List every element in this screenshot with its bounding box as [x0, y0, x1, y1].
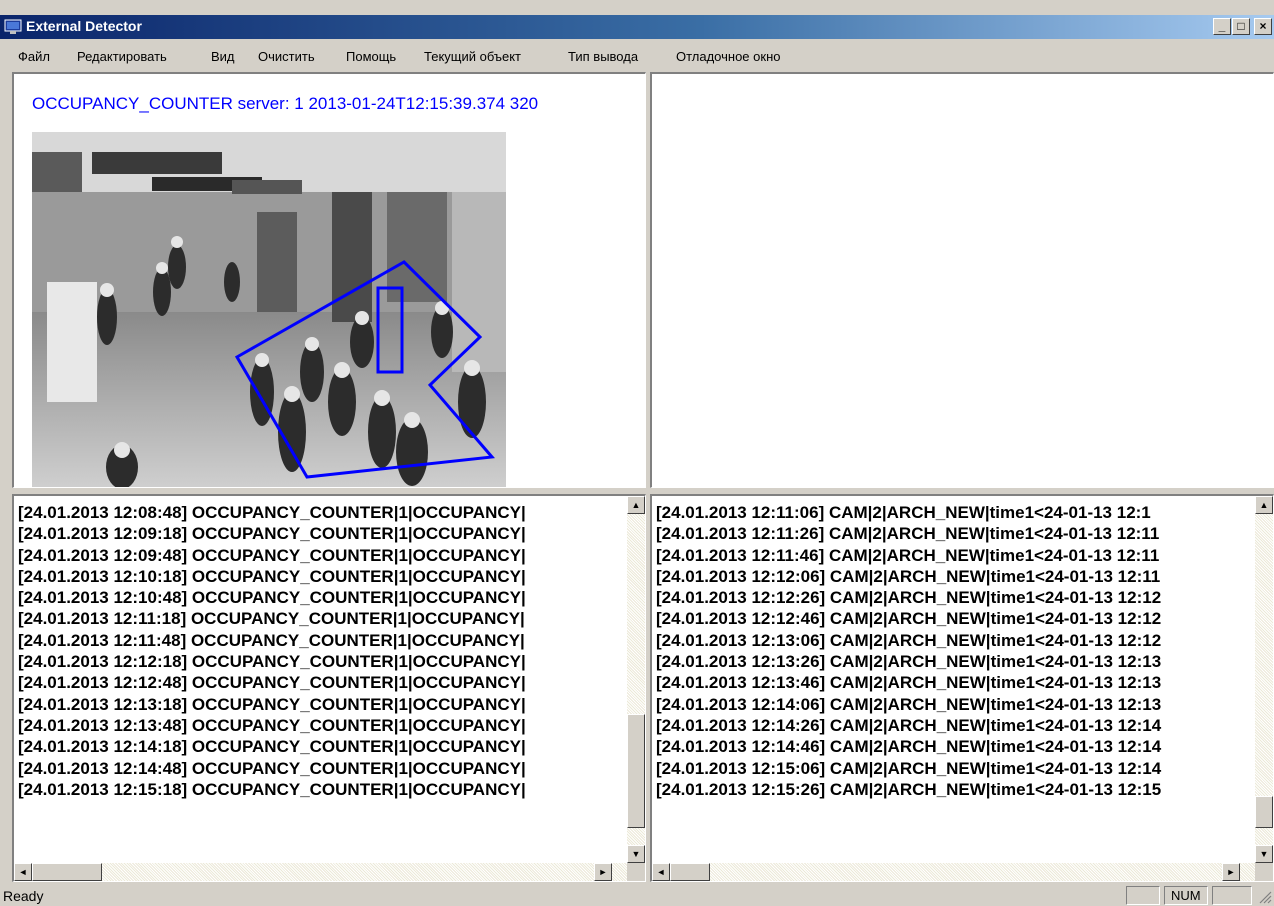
menu-edit[interactable]: Редактировать [77, 49, 167, 64]
menu-output-type[interactable]: Тип вывода [568, 49, 638, 64]
log-line: [24.01.2013 12:12:48] OCCUPANCY_COUNTER|… [18, 673, 526, 693]
status-text: Ready [3, 888, 44, 904]
log-line: [24.01.2013 12:09:48] OCCUPANCY_COUNTER|… [18, 545, 526, 565]
scroll-up-button[interactable]: ▲ [627, 496, 645, 514]
status-bar: Ready NUM [0, 884, 1274, 906]
menu-file[interactable]: Файл [18, 49, 50, 64]
log-line: [24.01.2013 12:12:18] OCCUPANCY_COUNTER|… [18, 652, 526, 672]
occupancy-log-list: [24.01.2013 12:08:48] OCCUPANCY_COUNTER|… [18, 502, 526, 800]
log-line: [24.01.2013 12:11:18] OCCUPANCY_COUNTER|… [18, 609, 525, 629]
menu-current-object[interactable]: Текущий объект [424, 49, 521, 64]
scroll-thumb[interactable] [670, 863, 710, 881]
log-line: [24.01.2013 12:14:26] CAM|2|ARCH_NEW|tim… [656, 715, 1162, 735]
menu-bar: Файл Редактировать Вид Очистить Помощь Т… [0, 46, 1274, 68]
log-line: [24.01.2013 12:13:06] CAM|2|ARCH_NEW|tim… [656, 630, 1162, 650]
maximize-button[interactable]: □ [1232, 18, 1250, 35]
log-line: [24.01.2013 12:15:26] CAM|2|ARCH_NEW|tim… [656, 779, 1162, 799]
camera-log-list: [24.01.2013 12:11:06] CAM|2|ARCH_NEW|tim… [656, 502, 1161, 800]
minimize-button[interactable]: _ [1213, 18, 1231, 35]
scroll-right-button[interactable]: ► [1222, 863, 1240, 881]
close-button[interactable]: × [1254, 18, 1272, 35]
log-line: [24.01.2013 12:10:48] OCCUPANCY_COUNTER|… [18, 588, 526, 608]
arrow-right-icon: ► [598, 867, 608, 877]
log-line: [24.01.2013 12:14:48] OCCUPANCY_COUNTER|… [18, 758, 526, 778]
arrow-down-icon: ▼ [631, 849, 641, 859]
resize-grip-icon[interactable] [1258, 890, 1272, 904]
scroll-left-button[interactable]: ◄ [652, 863, 670, 881]
scroll-corner [627, 863, 645, 881]
menu-help[interactable]: Помощь [346, 49, 396, 64]
log-line: [24.01.2013 12:14:06] CAM|2|ARCH_NEW|tim… [656, 694, 1162, 714]
log-line: [24.01.2013 12:11:46] CAM|2|ARCH_NEW|tim… [656, 545, 1160, 565]
scroll-corner [1255, 863, 1273, 881]
scroll-up-button[interactable]: ▲ [1255, 496, 1273, 514]
log-line: [24.01.2013 12:11:26] CAM|2|ARCH_NEW|tim… [656, 524, 1160, 544]
scroll-thumb[interactable] [627, 714, 645, 828]
arrow-right-icon: ► [1226, 867, 1236, 877]
scroll-left-button[interactable]: ◄ [14, 863, 32, 881]
log-line: [24.01.2013 12:10:18] OCCUPANCY_COUNTER|… [18, 566, 526, 586]
log-line: [24.01.2013 12:14:18] OCCUPANCY_COUNTER|… [18, 737, 526, 757]
log-line: [24.01.2013 12:15:18] OCCUPANCY_COUNTER|… [18, 779, 526, 799]
log-line: [24.01.2013 12:08:48] OCCUPANCY_COUNTER|… [18, 503, 526, 522]
maximize-icon: □ [1237, 19, 1245, 33]
status-cell-scroll [1212, 886, 1252, 905]
vertical-scrollbar[interactable]: ▲ ▼ [627, 496, 645, 863]
secondary-view-pane [650, 72, 1274, 488]
log-line: [24.01.2013 12:13:48] OCCUPANCY_COUNTER|… [18, 715, 526, 735]
scroll-down-button[interactable]: ▼ [1255, 845, 1273, 863]
horizontal-scrollbar[interactable]: ◄ ► [652, 863, 1258, 881]
log-line: [24.01.2013 12:12:46] CAM|2|ARCH_NEW|tim… [656, 609, 1162, 629]
log-line: [24.01.2013 12:13:46] CAM|2|ARCH_NEW|tim… [656, 673, 1162, 693]
video-pane: OCCUPANCY_COUNTER server: 1 2013-01-24T1… [12, 72, 646, 488]
log-line: [24.01.2013 12:12:06] CAM|2|ARCH_NEW|tim… [656, 566, 1161, 586]
log-line: [24.01.2013 12:15:06] CAM|2|ARCH_NEW|tim… [656, 758, 1162, 778]
arrow-up-icon: ▲ [631, 500, 641, 510]
status-cell-num: NUM [1164, 886, 1208, 905]
scroll-thumb[interactable] [1255, 796, 1273, 828]
arrow-left-icon: ◄ [18, 867, 28, 877]
camera-frame [32, 132, 506, 487]
log-line: [24.01.2013 12:12:26] CAM|2|ARCH_NEW|tim… [656, 588, 1162, 608]
scroll-down-button[interactable]: ▼ [627, 845, 645, 863]
window-title: External Detector [26, 18, 142, 34]
scroll-right-button[interactable]: ► [594, 863, 612, 881]
app-window: External Detector _ □ × Файл Редактирова… [0, 0, 1274, 906]
arrow-left-icon: ◄ [656, 867, 666, 877]
menu-clear[interactable]: Очистить [258, 49, 315, 64]
scroll-thumb[interactable] [32, 863, 102, 881]
log-line: [24.01.2013 12:11:48] OCCUPANCY_COUNTER|… [18, 630, 525, 650]
log-line: [24.01.2013 12:13:26] CAM|2|ARCH_NEW|tim… [656, 652, 1162, 672]
occupancy-log-pane: [24.01.2013 12:08:48] OCCUPANCY_COUNTER|… [12, 494, 646, 882]
camera-log-pane: [24.01.2013 12:11:06] CAM|2|ARCH_NEW|tim… [650, 494, 1274, 882]
arrow-down-icon: ▼ [1259, 849, 1269, 859]
arrow-up-icon: ▲ [1259, 500, 1269, 510]
log-line: [24.01.2013 12:09:18] OCCUPANCY_COUNTER|… [18, 524, 526, 544]
monitor-icon [4, 19, 22, 34]
log-line: [24.01.2013 12:14:46] CAM|2|ARCH_NEW|tim… [656, 737, 1162, 757]
minimize-icon: _ [1218, 19, 1226, 33]
close-icon: × [1259, 19, 1267, 33]
menu-debug-window[interactable]: Отладочное окно [676, 49, 780, 64]
horizontal-scrollbar[interactable]: ◄ ► [14, 863, 630, 881]
status-cell-caps [1126, 886, 1160, 905]
menu-view[interactable]: Вид [211, 49, 235, 64]
log-line: [24.01.2013 12:13:18] OCCUPANCY_COUNTER|… [18, 694, 526, 714]
log-line: [24.01.2013 12:11:06] CAM|2|ARCH_NEW|tim… [656, 503, 1151, 522]
vertical-scrollbar[interactable]: ▲ ▼ [1255, 496, 1273, 863]
title-bar[interactable]: External Detector _ □ × [0, 15, 1274, 39]
video-header: OCCUPANCY_COUNTER server: 1 2013-01-24T1… [32, 94, 539, 113]
